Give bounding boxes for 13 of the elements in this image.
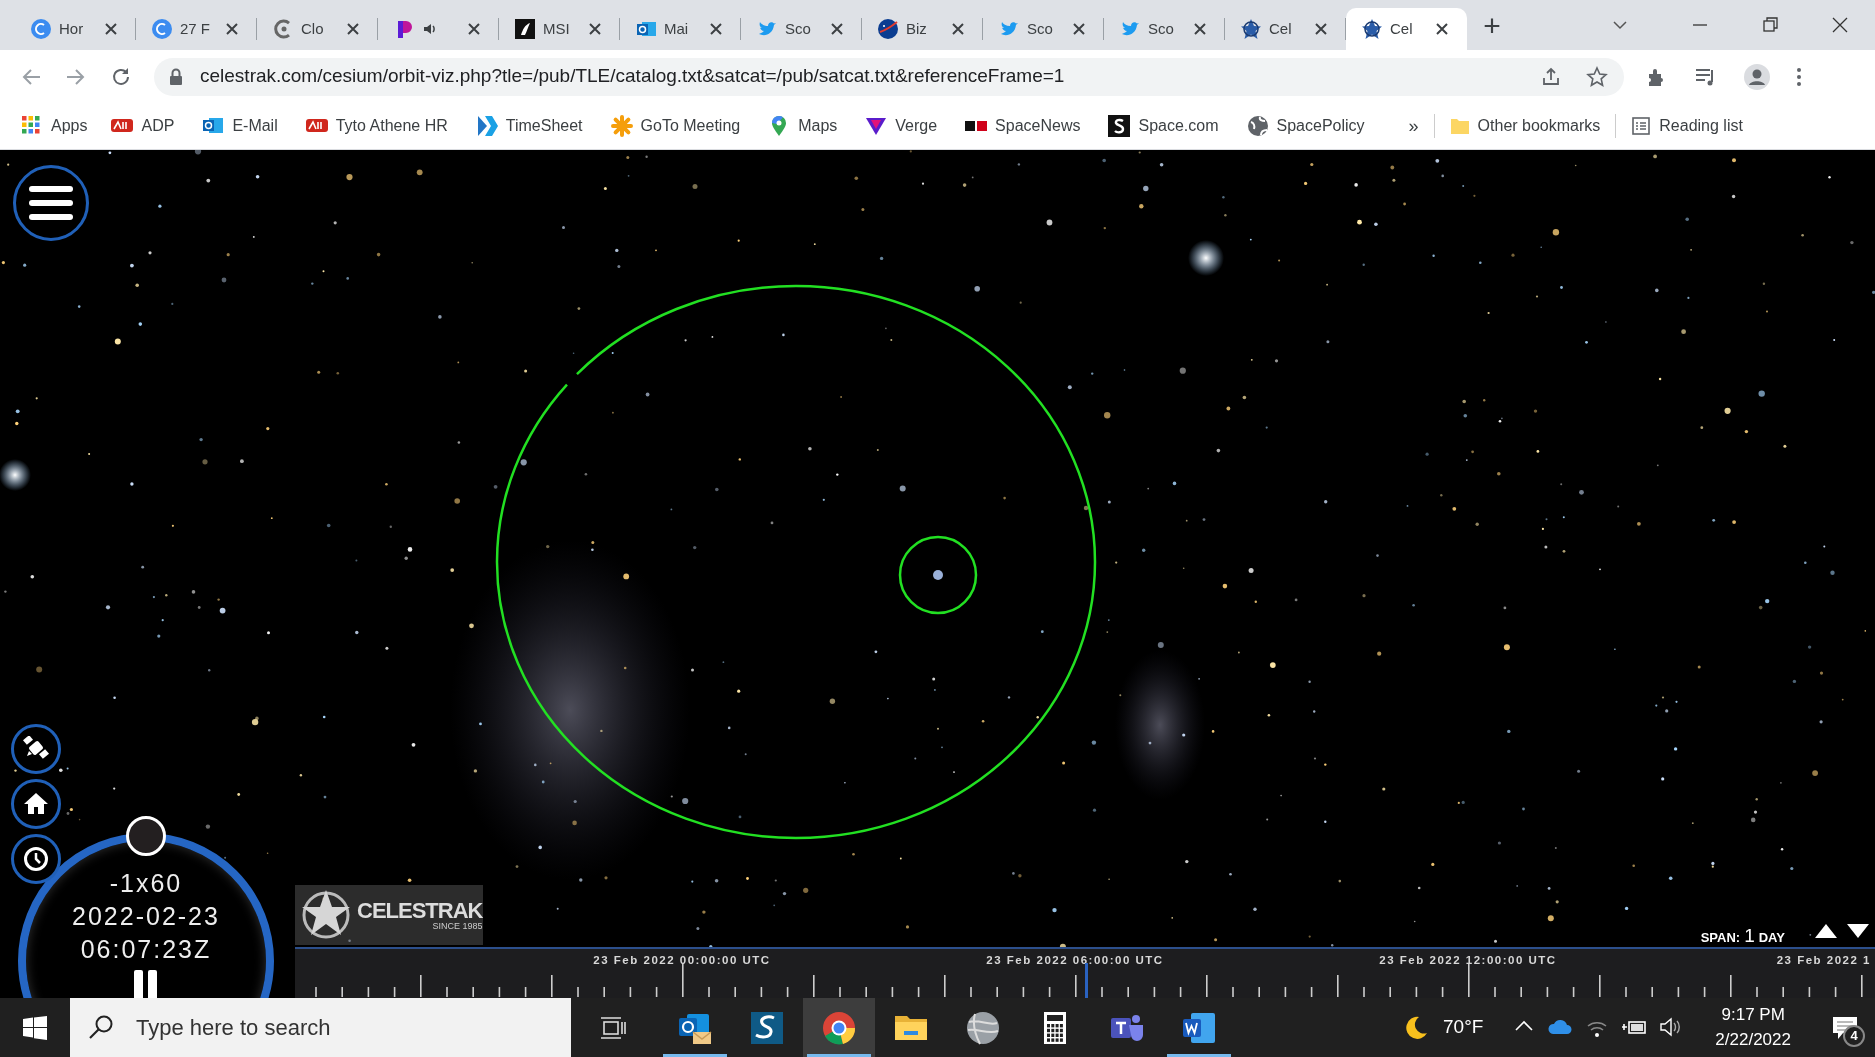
span-label: SPAN: (1700, 929, 1741, 947)
date-text: 2022-02-23 (72, 904, 220, 929)
logo-text: CELESTRAK (357, 899, 483, 922)
timeline-label: 23 Feb 2022 00:00:00 UTC (593, 953, 771, 968)
timeline-label: 23 Feb 2022 1 (1776, 953, 1871, 968)
timeline-label: 23 Feb 2022 06:00:00 UTC (986, 953, 1164, 968)
logo-tagline: SINCE 1985 (432, 921, 483, 931)
span-unit: DAY (1758, 929, 1785, 947)
notification-count: 4 (1843, 1024, 1865, 1047)
speed-text: -1x60 (109, 871, 183, 896)
time-text: 06:07:23Z (80, 937, 212, 962)
span-value: 1 (1744, 924, 1755, 948)
timeline-label: 23 Feb 2022 12:00:00 UTC (1379, 953, 1557, 968)
